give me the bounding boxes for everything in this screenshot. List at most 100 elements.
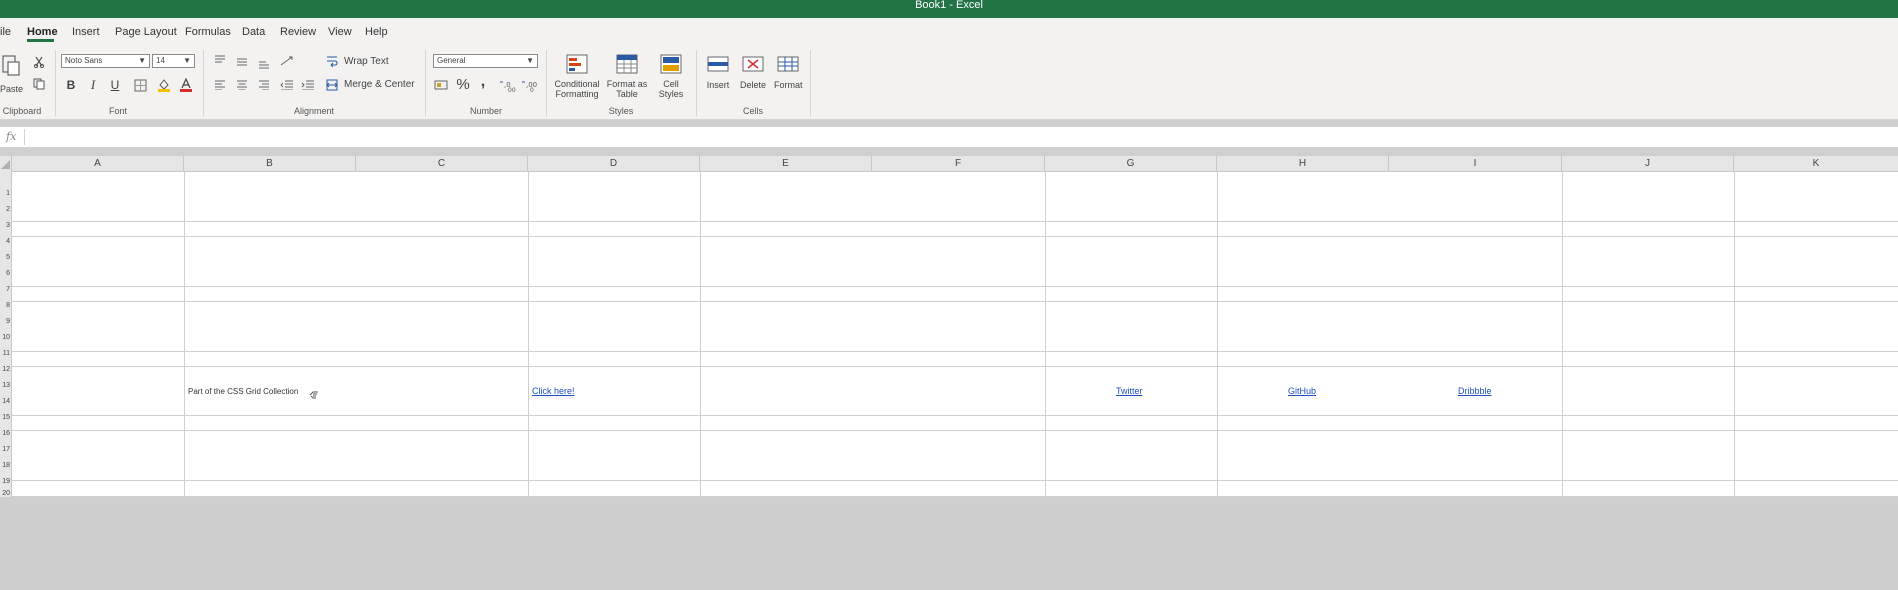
format-cells-icon[interactable]	[776, 53, 800, 75]
svg-text:0: 0	[530, 87, 534, 92]
menu-view[interactable]: View	[328, 26, 352, 38]
row-header-label[interactable]: 5	[6, 254, 10, 261]
align-top-icon[interactable]	[212, 54, 228, 66]
insert-cells-button[interactable]: Insert	[706, 80, 730, 90]
row-header-label[interactable]: 13	[2, 382, 10, 389]
row-header-label[interactable]: 15	[2, 414, 10, 421]
fill-color-icon[interactable]	[156, 77, 172, 93]
row-header-label[interactable]: 1	[6, 190, 10, 197]
select-all-corner[interactable]	[0, 156, 12, 172]
row-header-label[interactable]: 4	[6, 238, 10, 245]
underline-button[interactable]: U	[107, 77, 123, 93]
chevron-down-icon: ▼	[138, 56, 146, 65]
column-header-g[interactable]: G	[1045, 156, 1217, 172]
conditional-formatting-button[interactable]: Conditional Formatting	[553, 79, 601, 99]
font-group-label: Font	[108, 106, 127, 116]
wrap-text-button[interactable]: Wrap Text	[344, 57, 389, 67]
accounting-format-icon[interactable]	[433, 77, 449, 93]
column-header-k[interactable]: K	[1734, 156, 1898, 172]
format-cells-button[interactable]: Format	[774, 80, 803, 90]
menu-review[interactable]: Review	[280, 26, 316, 38]
font-family-select[interactable]: Noto Sans ▼	[61, 54, 150, 68]
formula-divider	[24, 129, 25, 145]
row-header-label[interactable]: 10	[2, 334, 10, 341]
cut-icon[interactable]	[31, 55, 47, 69]
column-header-a[interactable]: A	[12, 156, 184, 172]
format-as-table-icon[interactable]	[615, 53, 639, 75]
column-header-c[interactable]: C	[356, 156, 528, 172]
column-header-b[interactable]: B	[184, 156, 356, 172]
borders-icon[interactable]	[132, 77, 148, 93]
row-header-label[interactable]: 3	[6, 222, 10, 229]
row-header-label[interactable]: 17	[2, 446, 10, 453]
row-header-label[interactable]: 18	[2, 462, 10, 469]
alignment-group-label: Alignment	[294, 106, 335, 116]
merge-center-button[interactable]: Merge & Center	[344, 80, 415, 90]
row-header-label[interactable]: 8	[6, 302, 10, 309]
decrease-decimal-icon[interactable]: ,00 0	[521, 77, 539, 93]
row-header-label[interactable]: 6	[6, 270, 10, 277]
column-header-row: A B C D E F G H I J K	[0, 156, 1898, 172]
dribbble-link[interactable]: Dribbble	[1458, 386, 1492, 396]
gridline-horizontal	[12, 366, 1898, 367]
row-header-label[interactable]: 20	[2, 490, 10, 497]
menu-formulas[interactable]: Formulas	[185, 26, 231, 38]
column-header-i[interactable]: I	[1389, 156, 1562, 172]
column-header-f[interactable]: F	[872, 156, 1045, 172]
wrap-text-icon[interactable]	[325, 54, 339, 68]
font-size-select[interactable]: 14 ▼	[152, 54, 195, 68]
menu-insert[interactable]: Insert	[72, 26, 100, 38]
align-bottom-icon[interactable]	[256, 58, 272, 70]
align-left-icon[interactable]	[212, 79, 228, 91]
row-header-label[interactable]: 2	[6, 206, 10, 213]
row-header-label[interactable]: 9	[6, 318, 10, 325]
row-header-label[interactable]: 16	[2, 430, 10, 437]
click-here-link[interactable]: Click here!	[532, 386, 575, 396]
menu-file[interactable]: ile	[0, 26, 11, 38]
row-header-label[interactable]: 11	[3, 350, 10, 357]
cell-styles-button[interactable]: Cell Styles	[654, 79, 688, 99]
github-link[interactable]: GitHub	[1288, 386, 1316, 396]
column-header-j[interactable]: J	[1562, 156, 1734, 172]
insert-cells-icon[interactable]	[706, 53, 730, 75]
format-as-table-button[interactable]: Format as Table	[603, 79, 651, 99]
decrease-indent-icon[interactable]	[279, 79, 295, 91]
spreadsheet-grid: A B C D E F G H I J K 1 2 3 4 5 6 7 8 9 …	[0, 156, 1898, 497]
formula-input[interactable]	[28, 129, 1888, 145]
delete-cells-icon[interactable]	[741, 53, 765, 75]
number-format-select[interactable]: General ▼	[433, 54, 538, 68]
italic-button[interactable]: I	[85, 77, 101, 93]
paste-button[interactable]: Paste	[0, 84, 23, 94]
group-separator	[696, 50, 697, 116]
align-right-icon[interactable]	[256, 79, 272, 91]
clipboard-group-label: Clipboard	[2, 106, 42, 116]
row-header-label[interactable]: 7	[6, 286, 10, 293]
bold-button[interactable]: B	[63, 77, 79, 93]
row-header-label[interactable]: 19	[2, 478, 10, 485]
cell-styles-icon[interactable]	[659, 53, 683, 75]
comma-button[interactable]: ,	[476, 73, 490, 90]
merge-center-icon[interactable]	[325, 78, 339, 92]
row-header-label[interactable]: 12	[2, 366, 10, 373]
formula-bar: fx	[0, 126, 1898, 148]
menu-page-layout[interactable]: Page Layout	[115, 26, 177, 38]
menu-help[interactable]: Help	[365, 26, 388, 38]
increase-decimal-icon[interactable]: ,0 00	[499, 77, 517, 93]
column-header-d[interactable]: D	[528, 156, 700, 172]
font-color-icon[interactable]	[178, 77, 194, 93]
percent-button[interactable]: %	[455, 76, 471, 93]
menu-home[interactable]: Home	[27, 26, 58, 38]
paste-icon[interactable]	[0, 54, 22, 76]
column-header-h[interactable]: H	[1217, 156, 1389, 172]
orientation-icon[interactable]	[279, 54, 295, 68]
align-middle-icon[interactable]	[234, 56, 250, 68]
menu-data[interactable]: Data	[242, 26, 265, 38]
column-header-e[interactable]: E	[700, 156, 872, 172]
copy-icon[interactable]	[31, 77, 47, 91]
delete-cells-button[interactable]: Delete	[739, 80, 767, 90]
align-center-icon[interactable]	[234, 79, 250, 91]
conditional-formatting-icon[interactable]	[565, 53, 589, 75]
increase-indent-icon[interactable]	[300, 79, 316, 91]
row-header-label[interactable]: 14	[2, 398, 10, 405]
twitter-link[interactable]: Twitter	[1116, 386, 1143, 396]
